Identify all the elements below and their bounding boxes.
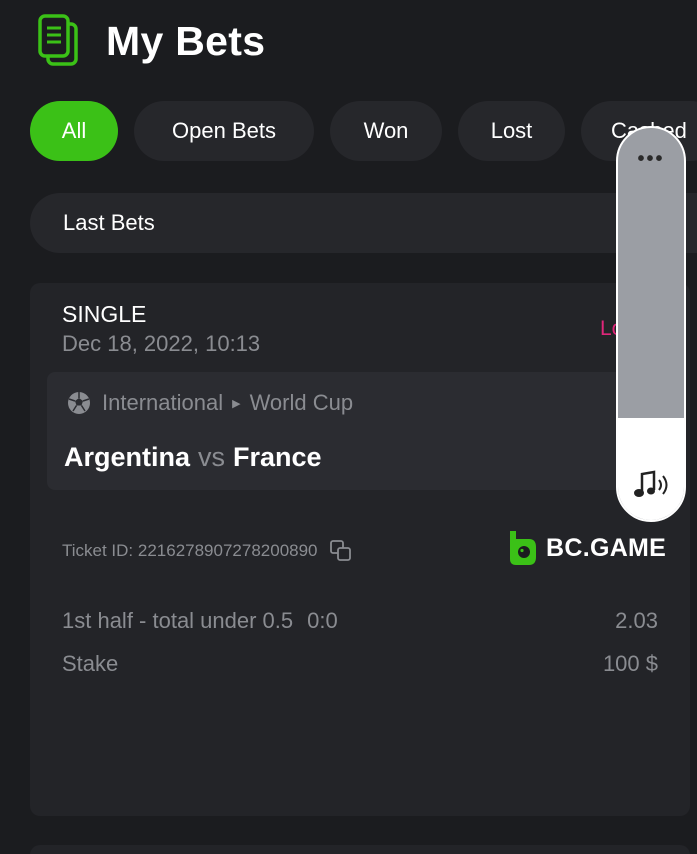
league-country: International	[102, 390, 224, 415]
league-breadcrumb: International ▶ World Cup	[67, 390, 353, 416]
bet-selection: 1st half - total under 0.5 0:0	[62, 608, 338, 634]
bet-date: Dec 18, 2022, 10:13	[62, 331, 261, 356]
document-stack-icon	[38, 14, 78, 66]
score: 0:0	[307, 608, 338, 633]
brand-logo: BC.GAME	[507, 529, 666, 567]
bet-type: SINGLE	[62, 301, 147, 327]
odds: 2.03	[615, 608, 658, 633]
stake-label: Stake	[62, 651, 119, 676]
my-bets-page: My Bets All Open Bets Won Lost Cashed La…	[0, 0, 697, 854]
teams: Argentina vs France	[64, 442, 322, 473]
filter-tabs: All Open Bets Won Lost Cashed	[30, 101, 697, 161]
copy-icon[interactable]	[329, 540, 353, 562]
brand-name: BC.GAME	[546, 533, 667, 562]
last-bets-dropdown[interactable]: Last Bets ⌄	[30, 193, 697, 253]
league-name: World Cup	[249, 390, 354, 415]
away-team: France	[233, 442, 322, 472]
match-info[interactable]: International ▶ World Cup Argentina vs Fra…	[47, 372, 647, 490]
filter-all-button[interactable]: All	[30, 101, 118, 161]
stake-value: 100 $	[602, 651, 658, 676]
more-options-icon[interactable]: •••	[618, 148, 684, 171]
speaker-icon	[634, 470, 668, 497]
ticket-id: Ticket ID: 2216278907278200890	[62, 540, 353, 562]
bet-card[interactable]: SINGLE Dec 18, 2022, 10:13 Lost Internat…	[30, 283, 690, 816]
header: My Bets	[38, 14, 265, 68]
volume-slider[interactable]: •••	[616, 126, 686, 522]
soccer-ball-icon	[68, 392, 90, 414]
last-bets-label: Last Bets	[63, 210, 155, 235]
selection-text: 1st half - total under 0.5	[62, 608, 294, 633]
filter-won-button[interactable]: Won	[330, 101, 442, 161]
bc-logo-icon	[510, 531, 536, 565]
caret-right-icon: ▶	[232, 397, 241, 410]
ticket-id-text: Ticket ID: 2216278907278200890	[62, 541, 318, 560]
home-team: Argentina	[64, 442, 191, 472]
vs-label: vs	[198, 442, 226, 472]
page-title: My Bets	[106, 17, 266, 64]
filter-open-bets-button[interactable]: Open Bets	[134, 101, 314, 161]
filter-lost-button[interactable]: Lost	[458, 101, 565, 161]
next-bet-card[interactable]	[30, 845, 690, 854]
